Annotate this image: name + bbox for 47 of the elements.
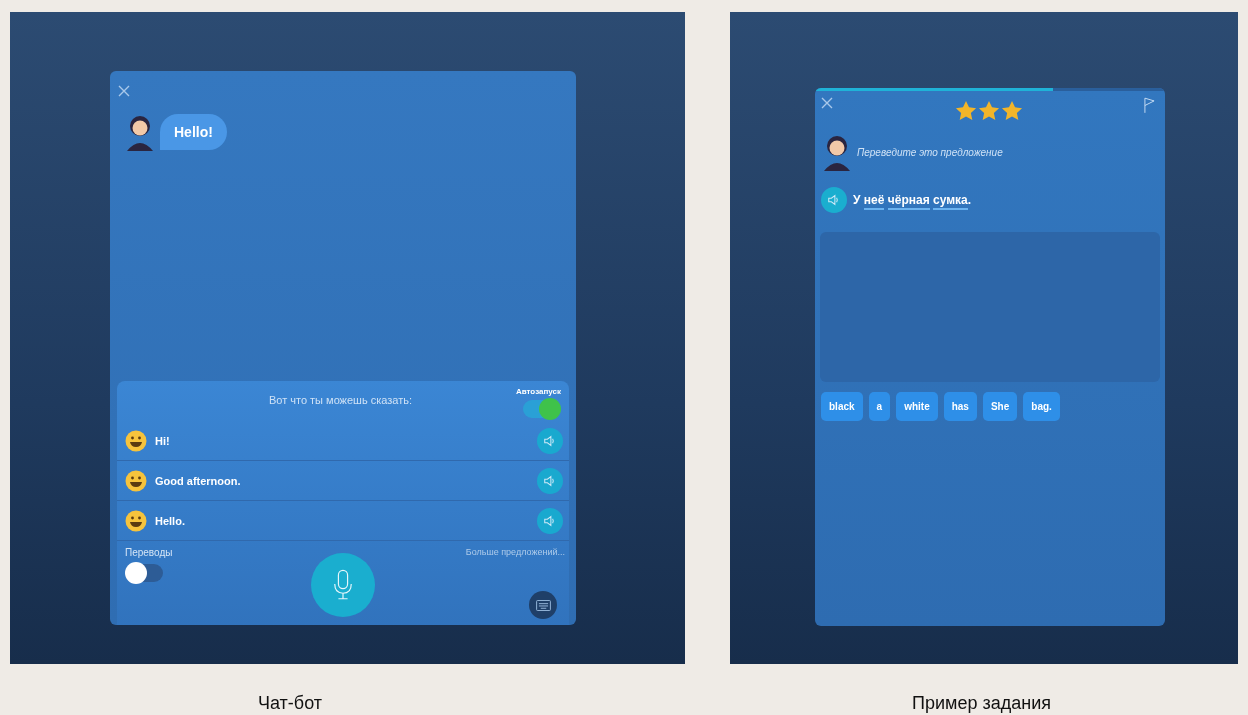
sentence-text: У неё чёрная сумка.	[853, 193, 972, 207]
phrase-text[interactable]: Hello.	[155, 514, 529, 527]
microphone-icon	[332, 569, 354, 601]
keyboard-icon	[535, 599, 551, 611]
speaker-button[interactable]	[537, 507, 563, 534]
speaker-icon	[543, 473, 557, 488]
word-chip[interactable]: has	[943, 392, 977, 421]
smiley-icon	[125, 429, 147, 452]
toggle-switch[interactable]	[125, 564, 163, 582]
word-chip[interactable]: bag.	[1023, 392, 1060, 421]
word-chip[interactable]: She	[982, 392, 1018, 421]
word-chip[interactable]: a	[868, 392, 891, 421]
hint-word-link[interactable]: сумка	[933, 193, 968, 210]
speaker-icon	[827, 193, 841, 207]
phrase-text[interactable]: Hi!	[155, 434, 529, 447]
autostart-label: Автозапуск	[515, 387, 561, 396]
speaker-button[interactable]	[537, 427, 563, 454]
slide-caption: Чат-бот	[258, 693, 323, 715]
chat-bubble: Hello!	[160, 114, 227, 150]
flag-icon[interactable]	[1144, 97, 1155, 114]
keyboard-button[interactable]	[529, 591, 557, 619]
slide-caption: Пример задания	[912, 693, 1051, 715]
hint-word-link[interactable]: неё	[863, 193, 885, 210]
suggestions-heading: Вот что ты можешь сказать:	[267, 393, 413, 406]
smiley-icon	[125, 509, 147, 532]
close-icon[interactable]	[118, 85, 130, 97]
star-icon	[977, 100, 1000, 122]
phrase-text[interactable]: Good afternoon.	[155, 474, 529, 487]
speaker-icon	[543, 433, 557, 448]
star-icon	[1000, 100, 1023, 122]
more-suggestions-link[interactable]: Больше предложений...	[465, 547, 565, 582]
smiley-icon	[125, 469, 147, 492]
avatar-icon	[821, 133, 853, 171]
word-chip[interactable]: white	[896, 392, 938, 421]
instruction-text: Переведите это предложение	[857, 146, 1003, 158]
word-chip[interactable]: black	[821, 392, 863, 421]
avatar-icon	[124, 113, 156, 151]
close-icon[interactable]	[821, 97, 833, 109]
toggle-knob	[125, 562, 147, 584]
translations-label: Переводы	[125, 547, 173, 558]
star-icon	[954, 100, 977, 122]
speaker-button[interactable]	[821, 187, 847, 213]
toggle-knob	[539, 398, 561, 420]
hint-word-link[interactable]: чёрная	[887, 193, 930, 210]
toggle-switch[interactable]	[523, 400, 561, 418]
speaker-icon	[543, 513, 557, 528]
speaker-button[interactable]	[537, 467, 563, 494]
